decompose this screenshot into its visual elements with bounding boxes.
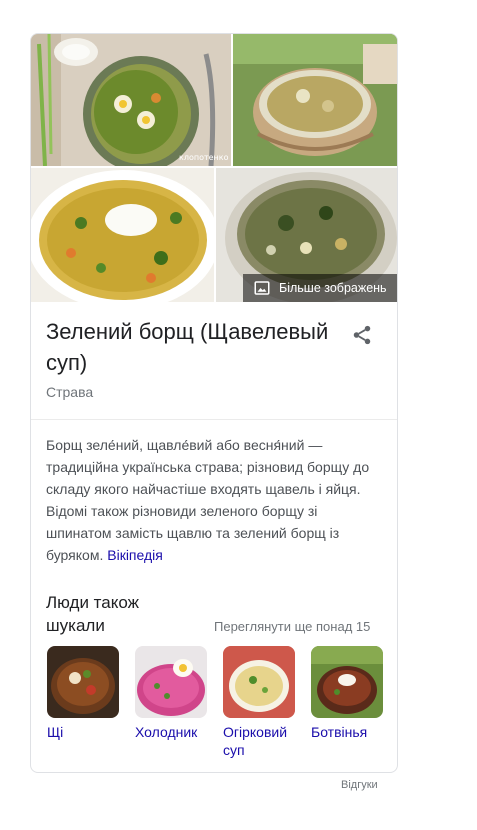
entity-description: Борщ зеле́ний, щавле́вий або весня́ний —… (46, 434, 382, 566)
kholodnyk-photo (135, 646, 207, 718)
soup-image-3[interactable] (31, 168, 214, 302)
related-item-ohirkovyi-sup[interactable]: Огірковий суп (223, 646, 295, 759)
image-icon (254, 281, 270, 295)
divider (31, 419, 397, 420)
ohirkovyi-photo (223, 646, 295, 718)
related-label: Щі (47, 724, 64, 740)
watermark-text: клопотенко (179, 153, 229, 162)
shchi-photo (47, 646, 119, 718)
related-thumb (135, 646, 207, 718)
related-label: Холодник (135, 724, 198, 740)
more-images-label: Більше зображень (279, 281, 387, 295)
related-item-shchi[interactable]: Щі (47, 646, 119, 741)
related-label: Огірковий суп (223, 724, 288, 758)
related-thumb (47, 646, 119, 718)
soup-image-2[interactable] (233, 34, 397, 166)
share-icon[interactable] (351, 324, 373, 346)
wikipedia-link[interactable]: Вікіпедія (107, 547, 163, 563)
more-images-button[interactable]: Більше зображень (243, 274, 397, 302)
soup-photo-3 (31, 168, 214, 302)
botvinya-photo (311, 646, 383, 718)
related-thumb (223, 646, 295, 718)
related-item-botvinya[interactable]: Ботвінья (311, 646, 383, 741)
related-label: Ботвінья (311, 724, 368, 740)
soup-image-1[interactable]: клопотенко (31, 34, 231, 166)
soup-photo-2 (233, 34, 397, 166)
people-also-search-heading: Люди також шукали (46, 593, 139, 635)
soup-photo-1: клопотенко (31, 34, 231, 166)
feedback-link[interactable]: Відгуки (341, 779, 378, 791)
entity-title: Зелений борщ (Щавелевый суп) (46, 319, 329, 375)
related-item-kholodnyk[interactable]: Холодник (135, 646, 207, 741)
related-thumb (311, 646, 383, 718)
entity-type: Страва (46, 384, 94, 400)
description-text: Борщ зеле́ний, щавле́вий або весня́ний —… (46, 437, 370, 563)
knowledge-panel: клопотенко Більше зображень Зелений борщ… (30, 33, 398, 773)
view-more-link[interactable]: Переглянути ще понад 15 (214, 619, 370, 634)
